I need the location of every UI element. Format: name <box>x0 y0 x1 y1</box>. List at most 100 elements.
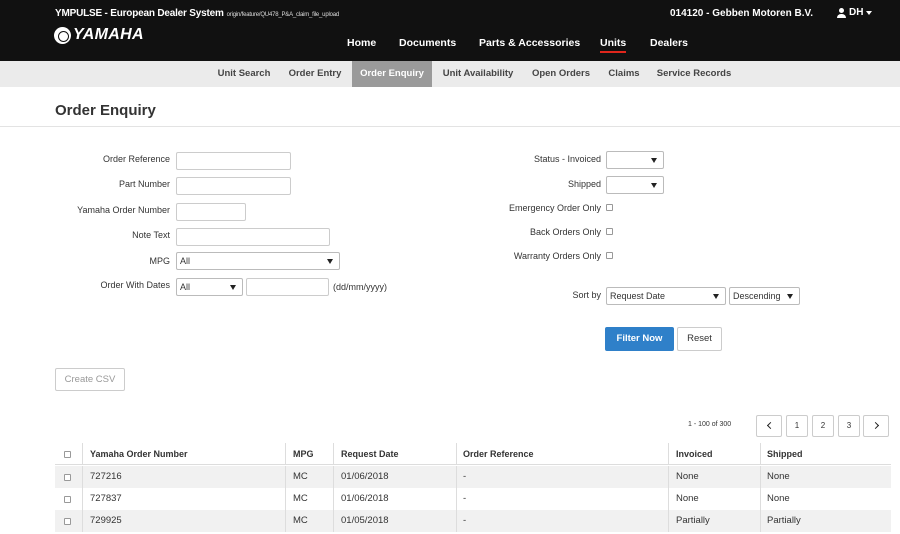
note-text-input[interactable] <box>176 228 330 246</box>
part-number-input[interactable] <box>176 177 291 195</box>
column-divider <box>456 510 457 532</box>
date-format-hint: (dd/mm/yyyy) <box>333 282 387 292</box>
column-divider <box>456 466 457 488</box>
dropdown-arrow-icon <box>651 158 657 163</box>
dropdown-arrow-icon <box>230 285 236 290</box>
dropdown-arrow-icon <box>651 183 657 188</box>
chevron-right-icon <box>871 422 879 430</box>
back-orders-checkbox[interactable] <box>606 228 613 235</box>
page-3-button[interactable]: 3 <box>838 415 860 437</box>
user-menu[interactable]: DH <box>837 7 873 18</box>
reset-button[interactable]: Reset <box>677 327 722 351</box>
sort-direction-value: Descending <box>733 291 781 301</box>
warranty-orders-checkbox[interactable] <box>606 252 613 259</box>
yamaha-order-number-input[interactable] <box>176 203 246 221</box>
column-divider <box>285 510 286 532</box>
status-invoiced-select[interactable] <box>606 151 664 169</box>
create-csv-button[interactable]: Create CSV <box>55 368 125 391</box>
invoiced-cell: None <box>676 471 699 482</box>
warranty-orders-label: Warranty Orders Only <box>513 251 601 261</box>
column-divider <box>760 488 761 510</box>
column-divider <box>760 510 761 532</box>
order-reference-cell: - <box>463 493 467 504</box>
mpg-label: MPG <box>149 256 170 266</box>
row-checkbox[interactable] <box>64 474 71 481</box>
part-number-label: Part Number <box>118 179 170 189</box>
subnav-order-entry[interactable]: Order Entry <box>282 61 348 87</box>
next-page-button[interactable] <box>863 415 889 437</box>
row-checkbox[interactable] <box>64 496 71 503</box>
system-title-text: YMPULSE - European Dealer System <box>55 8 224 19</box>
subnav-unit-search[interactable]: Unit Search <box>211 61 277 87</box>
order-with-dates-select[interactable]: All <box>176 278 243 296</box>
invoiced-cell: None <box>676 493 699 504</box>
column-divider <box>82 466 83 488</box>
shipped-select[interactable] <box>606 176 664 194</box>
nav-parts-accessories[interactable]: Parts & Accessories <box>479 37 580 49</box>
request-date-cell: 01/06/2018 <box>341 471 389 482</box>
top-bar: YMPULSE - European Dealer System origin/f… <box>0 0 900 61</box>
dropdown-arrow-icon <box>327 259 333 264</box>
row-checkbox[interactable] <box>64 518 71 525</box>
mpg-select[interactable]: All <box>176 252 340 270</box>
mpg-cell: MC <box>293 493 308 504</box>
column-divider <box>668 443 669 465</box>
sort-by-select[interactable]: Request Date <box>606 287 726 305</box>
column-divider <box>760 466 761 488</box>
subnav-open-orders[interactable]: Open Orders <box>528 61 594 87</box>
col-mpg[interactable]: MPG <box>293 443 314 465</box>
sub-nav: Unit Search Order Entry Order Enquiry Un… <box>0 61 900 87</box>
order-number-cell: 727837 <box>90 493 122 504</box>
main-nav: Home Documents Parts & Accessories Units… <box>0 37 900 53</box>
order-number-cell: 729925 <box>90 515 122 526</box>
order-number-cell: 727216 <box>90 471 122 482</box>
subnav-service-records[interactable]: Service Records <box>654 61 734 87</box>
col-invoiced[interactable]: Invoiced <box>676 443 713 465</box>
column-divider <box>333 488 334 510</box>
order-reference-label: Order Reference <box>102 154 170 164</box>
pagination-range: 1 - 100 of 300 <box>688 421 732 428</box>
nav-units[interactable]: Units <box>600 37 627 53</box>
page-2-button[interactable]: 2 <box>812 415 834 437</box>
column-divider <box>285 488 286 510</box>
subnav-unit-availability[interactable]: Unit Availability <box>438 61 518 87</box>
subnav-claims[interactable]: Claims <box>604 61 644 87</box>
table-row[interactable]: 729925 MC 01/05/2018 - Partially Partial… <box>55 510 891 532</box>
emergency-order-checkbox[interactable] <box>606 204 613 211</box>
column-divider <box>333 466 334 488</box>
order-with-dates-label: Order With Dates <box>100 280 170 290</box>
chevron-down-icon <box>866 10 873 15</box>
back-orders-label: Back Orders Only <box>529 227 601 237</box>
col-shipped[interactable]: Shipped <box>767 443 803 465</box>
column-divider <box>456 488 457 510</box>
filter-now-button[interactable]: Filter Now <box>605 327 674 351</box>
col-request-date[interactable]: Request Date <box>341 443 399 465</box>
col-yamaha-order-number[interactable]: Yamaha Order Number <box>90 443 188 465</box>
shipped-cell: None <box>767 471 790 482</box>
sort-by-label: Sort by <box>572 290 601 300</box>
order-reference-input[interactable] <box>176 152 291 170</box>
order-with-dates-value: All <box>180 282 191 292</box>
nav-home[interactable]: Home <box>347 37 376 49</box>
page-1-button[interactable]: 1 <box>786 415 808 437</box>
select-all-checkbox[interactable] <box>64 451 71 458</box>
subnav-order-enquiry[interactable]: Order Enquiry <box>352 61 432 87</box>
table-row[interactable]: 727216 MC 01/06/2018 - None None <box>55 466 891 488</box>
chevron-left-icon <box>766 422 774 430</box>
sort-direction-select[interactable]: Descending <box>729 287 800 305</box>
column-divider <box>82 510 83 532</box>
column-divider <box>82 488 83 510</box>
mpg-cell: MC <box>293 471 308 482</box>
request-date-cell: 01/06/2018 <box>341 493 389 504</box>
table-header: Yamaha Order Number MPG Request Date Ord… <box>55 443 891 465</box>
nav-documents[interactable]: Documents <box>399 37 456 49</box>
col-order-reference[interactable]: Order Reference <box>463 443 534 465</box>
note-text-label: Note Text <box>132 230 170 240</box>
nav-dealers[interactable]: Dealers <box>650 37 688 49</box>
prev-page-button[interactable] <box>756 415 782 437</box>
date-input[interactable] <box>246 278 329 296</box>
table-row[interactable]: 727837 MC 01/06/2018 - None None <box>55 488 891 510</box>
column-divider <box>333 443 334 465</box>
divider <box>0 126 900 127</box>
mpg-select-value: All <box>180 256 191 266</box>
